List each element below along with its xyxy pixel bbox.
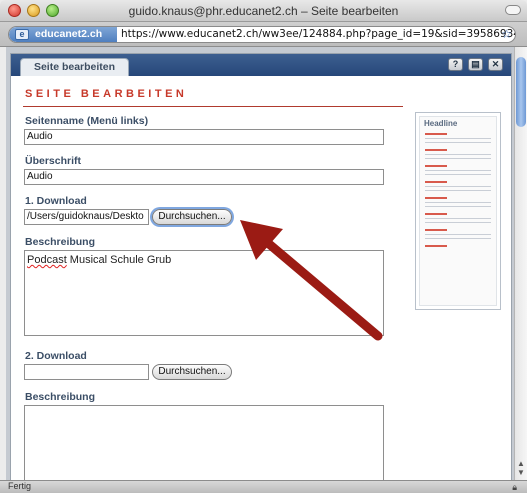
page-name-input[interactable]: Audio: [24, 129, 384, 145]
url-field[interactable]: e educanet2.ch https://www.educanet2.ch/…: [8, 26, 516, 43]
vertical-scrollbar[interactable]: ▲ ▼: [514, 47, 527, 480]
preview-line: [425, 190, 491, 191]
url-text[interactable]: https://www.educanet2.ch/ww3ee/124884.ph…: [121, 28, 515, 40]
download1-browse-button[interactable]: Durchsuchen...: [152, 209, 232, 225]
edit-page-panel: Seite bearbeiten ? ▤ ✕ SEITE BEARBEITEN …: [10, 53, 512, 480]
scroll-down-arrow-icon[interactable]: ▼: [517, 468, 525, 477]
preview-line: [425, 142, 491, 143]
preview-line: [425, 158, 491, 159]
preview-line: [425, 234, 491, 235]
preview-line: [425, 154, 491, 155]
bookmark-star-icon[interactable]: ☆: [501, 27, 512, 41]
preview-line: [425, 165, 447, 167]
description2-label: Beschreibung: [25, 391, 96, 403]
preview-line: [425, 149, 447, 151]
page-viewport: Seite bearbeiten ? ▤ ✕ SEITE BEARBEITEN …: [6, 47, 514, 480]
layout-preview-page: Headline: [419, 116, 497, 306]
preview-line: [425, 181, 447, 183]
preview-line: [425, 202, 491, 203]
description1-text: Musical Schule Grub: [66, 254, 172, 266]
preview-line: [425, 222, 491, 223]
page-name-label: Seitenname (Menü links): [25, 115, 149, 127]
preview-line: [425, 206, 491, 207]
section-divider: [23, 106, 403, 107]
description2-textarea[interactable]: [24, 405, 384, 480]
download1-label: 1. Download: [25, 195, 87, 207]
preview-line: [425, 213, 447, 215]
description1-misspelled-word: Podcast: [27, 254, 67, 266]
window-title: guido.knaus@phr.educanet2.ch – Seite bea…: [128, 4, 399, 18]
help-icon[interactable]: ?: [448, 58, 463, 71]
scroll-up-arrow-icon[interactable]: ▲: [517, 459, 525, 468]
preview-line: [425, 218, 491, 219]
panel-header: Seite bearbeiten ? ▤ ✕: [11, 54, 511, 76]
preview-line: [425, 238, 491, 239]
preview-line: [425, 174, 491, 175]
site-identity-icon: e: [15, 29, 29, 40]
address-bar: e educanet2.ch https://www.educanet2.ch/…: [0, 22, 527, 47]
section-title: SEITE BEARBEITEN: [25, 88, 188, 100]
heading-label: Überschrift: [25, 155, 82, 167]
close-icon[interactable]: ✕: [488, 58, 503, 71]
preview-line: [425, 170, 491, 171]
lock-icon: 🔒︎: [512, 482, 517, 492]
toolbar-toggle-button[interactable]: [505, 5, 521, 15]
preview-line: [425, 133, 447, 135]
download2-browse-button[interactable]: Durchsuchen...: [152, 364, 232, 380]
preview-line: [425, 197, 447, 199]
download1-file-input[interactable]: /Users/guidoknaus/Deskto: [24, 209, 149, 225]
preview-line: [425, 138, 491, 139]
site-identity-badge[interactable]: e educanet2.ch: [9, 27, 117, 42]
preview-line: [425, 186, 491, 187]
description1-textarea[interactable]: Podcast Musical Schule Grub: [24, 250, 384, 336]
layout-preview-thumbnail[interactable]: Headline: [415, 112, 501, 310]
scrollbar-thumb[interactable]: [516, 57, 526, 127]
download2-file-input[interactable]: [24, 364, 149, 380]
print-icon[interactable]: ▤: [468, 58, 483, 71]
download2-label: 2. Download: [25, 350, 87, 362]
preview-headline: Headline: [424, 119, 458, 128]
preview-line: [425, 229, 447, 231]
status-text: Fertig: [8, 481, 32, 491]
window-titlebar: guido.knaus@phr.educanet2.ch – Seite bea…: [0, 0, 527, 22]
preview-line: [425, 245, 447, 247]
site-name: educanet2.ch: [35, 28, 103, 40]
description1-label: Beschreibung: [25, 236, 96, 248]
status-bar: Fertig 🔒︎: [0, 480, 527, 493]
heading-input[interactable]: Audio: [24, 169, 384, 185]
tab-seite-bearbeiten[interactable]: Seite bearbeiten: [20, 58, 129, 76]
